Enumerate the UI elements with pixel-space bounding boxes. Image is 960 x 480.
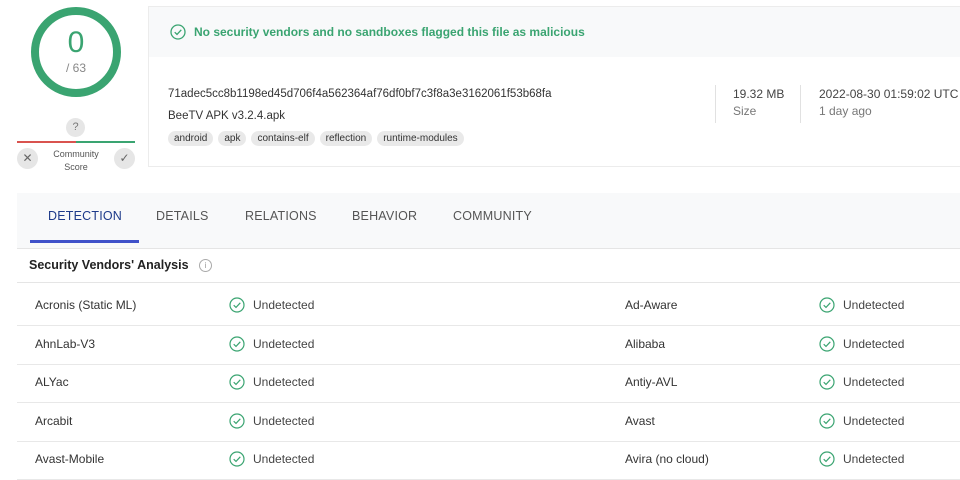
vendor-name: ALYac bbox=[35, 375, 69, 390]
community-question-icon[interactable]: ? bbox=[66, 118, 85, 137]
vote-harmless-button[interactable]: ✓ bbox=[114, 148, 135, 169]
tag-android[interactable]: android bbox=[168, 131, 214, 146]
divider bbox=[715, 85, 716, 123]
verdict-text: No security vendors and no sandboxes fla… bbox=[194, 25, 585, 39]
table-row: Avast-Mobile Undetected Avira (no cloud) Un… bbox=[17, 441, 960, 480]
vendor-result: Undetected bbox=[843, 413, 905, 428]
file-name: BeeTV APK v3.2.4.apk bbox=[168, 110, 285, 122]
vendor-name: Acronis (Static ML) bbox=[35, 298, 137, 312]
tab-bar: DETECTION DETAILS RELATIONS BEHAVIOR COM… bbox=[17, 193, 960, 249]
tab-relations[interactable]: RELATIONS bbox=[245, 209, 317, 223]
community-score-label: Community Score bbox=[46, 148, 106, 174]
vendor-result: Undetected bbox=[843, 375, 905, 390]
tag-contains-elf[interactable]: contains-elf bbox=[251, 131, 315, 146]
analysis-date-relative: 1 day ago bbox=[819, 104, 872, 118]
tab-details[interactable]: DETAILS bbox=[156, 209, 209, 223]
info-icon[interactable]: i bbox=[199, 259, 212, 272]
vendor-result: Undetected bbox=[253, 452, 315, 467]
table-row: Acronis (Static ML) Undetected Ad-Aware Und… bbox=[17, 287, 960, 326]
table-row: Arcabit Undetected Avast Undetected bbox=[17, 403, 960, 442]
community-label-line2: Score bbox=[64, 162, 88, 172]
vendor-result: Undetected bbox=[843, 336, 905, 351]
community-score-bar bbox=[17, 141, 135, 143]
tag-reflection[interactable]: reflection bbox=[319, 131, 373, 146]
table-row: AhnLab-V3 Undetected Alibaba Undetected bbox=[17, 326, 960, 365]
vote-malicious-button[interactable]: ✕ bbox=[17, 148, 38, 169]
table-row: ALYac Undetected Antiy-AVL Undetected bbox=[17, 364, 960, 404]
check-circle-icon bbox=[229, 297, 245, 313]
vendor-result: Undetected bbox=[843, 298, 905, 312]
vendor-result: Undetected bbox=[843, 452, 905, 467]
analysis-date-value: 2022-08-30 01:59:02 UTC bbox=[819, 87, 959, 101]
divider bbox=[800, 85, 801, 123]
check-circle-icon bbox=[819, 297, 835, 313]
check-circle-icon bbox=[819, 413, 835, 429]
score-total: / 63 bbox=[65, 61, 86, 75]
divider bbox=[17, 282, 960, 283]
file-hash[interactable]: 71adec5cc8b1198ed45d706f4a562364af76df0b… bbox=[168, 88, 552, 100]
vendor-name: Avira (no cloud) bbox=[625, 452, 709, 467]
vendor-name: Avast-Mobile bbox=[35, 452, 105, 467]
file-tags: android apk contains-elf reflection runt… bbox=[168, 131, 464, 146]
check-circle-icon bbox=[229, 451, 245, 467]
vendor-name: Arcabit bbox=[35, 413, 73, 428]
tab-behavior[interactable]: BEHAVIOR bbox=[352, 209, 417, 223]
vendor-name: Ad-Aware bbox=[625, 298, 678, 312]
section-title: Security Vendors' Analysis bbox=[29, 258, 189, 272]
vendor-result: Undetected bbox=[253, 336, 315, 351]
vendor-name: Antiy-AVL bbox=[625, 375, 678, 390]
vendor-result: Undetected bbox=[253, 413, 315, 428]
file-size-label: Size bbox=[733, 104, 757, 118]
tab-community[interactable]: COMMUNITY bbox=[453, 209, 532, 223]
file-summary-card: No security vendors and no sandboxes fla… bbox=[148, 6, 960, 167]
community-label-line1: Community bbox=[53, 149, 99, 159]
check-circle-icon bbox=[229, 413, 245, 429]
vendor-name: Avast bbox=[625, 413, 655, 428]
vendor-result: Undetected bbox=[253, 298, 315, 312]
file-size-value: 19.32 MB bbox=[733, 87, 785, 101]
check-circle-icon bbox=[819, 374, 835, 390]
vendor-name: AhnLab-V3 bbox=[35, 336, 96, 351]
vendor-result: Undetected bbox=[253, 375, 315, 390]
check-circle-icon bbox=[229, 374, 245, 390]
check-circle-icon bbox=[229, 335, 245, 352]
detection-score: 0 / 63 bbox=[30, 6, 122, 98]
vendor-name: Alibaba bbox=[625, 336, 666, 351]
tag-runtime-modules[interactable]: runtime-modules bbox=[377, 131, 464, 146]
check-circle-icon bbox=[170, 24, 186, 40]
active-tab-indicator bbox=[30, 240, 139, 243]
score-detections: 0 bbox=[67, 26, 85, 59]
check-circle-icon bbox=[819, 335, 835, 352]
tag-apk[interactable]: apk bbox=[218, 131, 247, 146]
tab-detection[interactable]: DETECTION bbox=[48, 209, 122, 223]
verdict-banner: No security vendors and no sandboxes fla… bbox=[149, 7, 960, 57]
check-circle-icon bbox=[819, 451, 835, 467]
